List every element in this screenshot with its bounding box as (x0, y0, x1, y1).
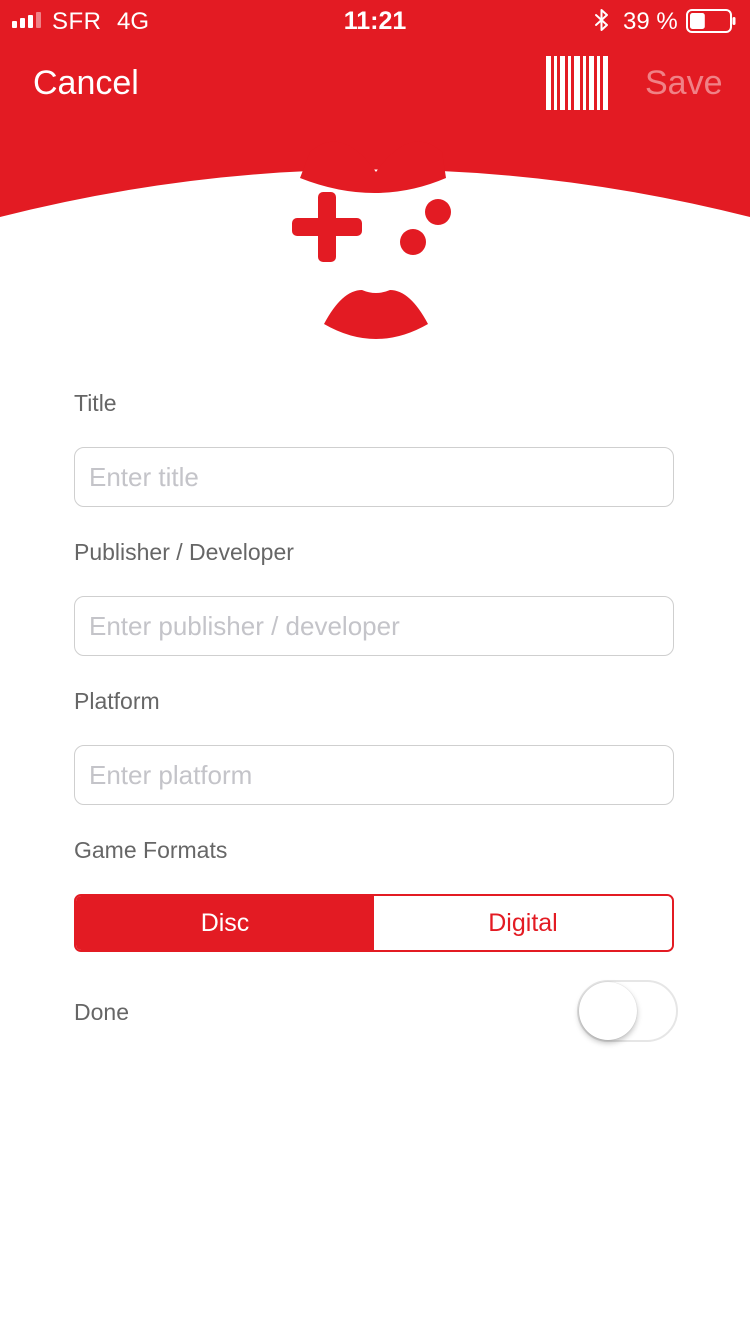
game-controller-icon (292, 141, 451, 339)
format-digital-segment[interactable]: Digital (374, 896, 672, 950)
publisher-label: Publisher / Developer (74, 539, 294, 565)
status-bar: SFR 4G 11:21 39 % (0, 0, 750, 40)
battery-icon (686, 9, 736, 33)
game-format-selector: Disc Digital (74, 894, 674, 952)
battery-percentage: 39 % (623, 8, 678, 35)
done-toggle[interactable] (577, 980, 678, 1042)
barcode-scan-button[interactable] (546, 56, 608, 110)
publisher-input[interactable] (74, 596, 674, 656)
bluetooth-icon (595, 9, 608, 31)
save-button[interactable]: Save (645, 64, 723, 103)
barcode-icon (546, 56, 608, 110)
platform-label: Platform (74, 688, 160, 714)
game-formats-label: Game Formats (74, 837, 228, 863)
platform-input[interactable] (74, 745, 674, 805)
title-input[interactable] (74, 447, 674, 507)
done-label: Done (74, 999, 129, 1025)
battery-fill (690, 13, 705, 29)
toggle-knob (579, 982, 637, 1040)
format-disc-segment[interactable]: Disc (76, 896, 374, 950)
cancel-button[interactable]: Cancel (33, 64, 139, 103)
title-label: Title (74, 390, 117, 416)
